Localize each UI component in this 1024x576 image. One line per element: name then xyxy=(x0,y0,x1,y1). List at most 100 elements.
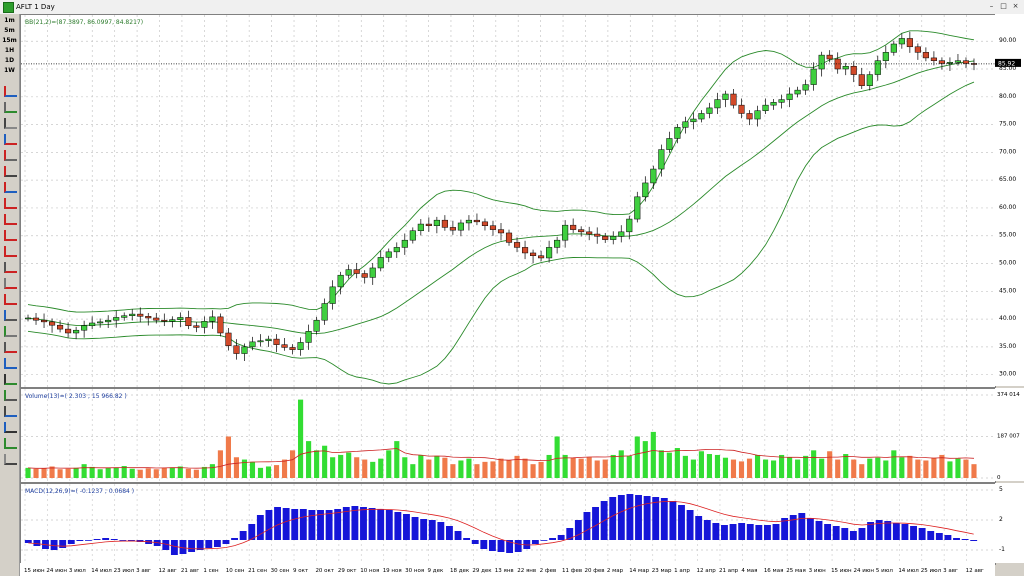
volume-bar xyxy=(546,454,552,478)
volume-bar xyxy=(386,450,392,478)
candle-body xyxy=(249,341,256,348)
macd-bar xyxy=(85,540,92,541)
candle-body xyxy=(481,221,489,226)
time-tick-label: 3 июл xyxy=(69,568,86,574)
grid-icon[interactable] xyxy=(4,390,17,401)
macd-chart[interactable]: MACD(12,26,9)=( -0.1237 ; 0.0684 ) xyxy=(21,484,995,564)
macd-bar xyxy=(927,531,935,540)
volume-bar xyxy=(442,457,448,478)
macd-bar xyxy=(463,538,471,540)
volume-icon[interactable] xyxy=(4,454,17,465)
pencil-icon[interactable] xyxy=(4,262,17,273)
minimize-button[interactable]: – xyxy=(987,2,996,11)
candle-body xyxy=(674,127,681,139)
zoom-in-icon[interactable] xyxy=(4,118,17,129)
timeframe-1h[interactable]: 1H xyxy=(1,46,18,56)
delete-icon[interactable] xyxy=(4,342,17,353)
trend-icon[interactable] xyxy=(4,214,17,225)
macd-bar xyxy=(377,509,385,540)
macd-bar xyxy=(411,517,419,540)
candle-body xyxy=(321,303,328,321)
macd-bar xyxy=(935,533,943,540)
price-tick-label: 40.00 xyxy=(999,315,1016,322)
macd-bar xyxy=(437,522,445,540)
v-line-icon[interactable] xyxy=(4,198,17,209)
macd-bar xyxy=(33,540,41,546)
fib-icon[interactable] xyxy=(4,246,17,257)
zoom-out-icon[interactable] xyxy=(4,134,17,145)
candle-body xyxy=(329,286,336,304)
timeframe-1d[interactable]: 1D xyxy=(1,56,18,66)
candle-body xyxy=(65,328,72,334)
candle-body xyxy=(473,219,481,223)
candles-icon[interactable] xyxy=(4,438,17,449)
arrow-icon[interactable] xyxy=(4,294,17,305)
h-line-icon[interactable] xyxy=(4,182,17,193)
line-icon[interactable] xyxy=(4,166,17,177)
zoom-area-icon[interactable] xyxy=(4,150,17,161)
volume-bar xyxy=(963,459,969,478)
candle-body xyxy=(409,230,416,241)
macd-bar xyxy=(231,538,239,540)
volume-bar xyxy=(33,468,39,478)
timeframe-5m[interactable]: 5m xyxy=(1,26,18,36)
volume-bar xyxy=(722,457,729,478)
candle-body xyxy=(225,332,232,347)
macd-panel[interactable]: MACD(12,26,9)=( -0.1237 ; 0.0684 ) xyxy=(20,483,996,565)
bars-icon[interactable] xyxy=(4,422,17,433)
volume-bar xyxy=(201,466,207,478)
ruler-icon[interactable] xyxy=(4,310,17,321)
time-tick-label: 14 июл xyxy=(91,568,112,574)
volume-bar xyxy=(931,457,937,478)
maximize-button[interactable]: □ xyxy=(999,2,1008,11)
macd-bar xyxy=(686,510,694,540)
volume-bar xyxy=(466,458,472,478)
time-tick-label: 21 сен xyxy=(248,568,267,574)
timeframe-15m[interactable]: 15m xyxy=(1,36,18,46)
macd-bar xyxy=(678,505,685,540)
candle-body xyxy=(754,110,761,120)
channel-icon[interactable] xyxy=(4,230,17,241)
time-tick-label: 18 дек xyxy=(450,568,470,574)
candle-body xyxy=(586,231,593,235)
macd-bar xyxy=(961,539,969,540)
cursor-icon[interactable] xyxy=(4,86,17,97)
settings-icon[interactable] xyxy=(4,406,17,417)
candle-body xyxy=(353,269,360,274)
time-tick-label: 25 мая xyxy=(786,568,806,574)
candle-body xyxy=(24,317,32,320)
candle-body xyxy=(265,338,272,342)
volume-panel[interactable]: Volume(13)=( 2.303 ; 15 966.82 ) xyxy=(20,388,996,483)
time-tick-label: 5 июл xyxy=(876,568,893,574)
price-chart[interactable]: BB(21,2)=(87.3897, 86.0997, 84.8217) xyxy=(21,15,995,387)
time-tick-label: 12 авг xyxy=(966,568,984,574)
volume-bar xyxy=(634,436,640,478)
crosshair-icon[interactable] xyxy=(4,102,17,113)
volume-bar xyxy=(177,466,183,478)
layers-icon[interactable] xyxy=(4,374,17,385)
candle-body xyxy=(746,113,753,120)
close-button[interactable]: × xyxy=(1011,2,1020,11)
volume-bar xyxy=(362,459,368,478)
magnet-icon[interactable] xyxy=(4,326,17,337)
volume-bar xyxy=(955,458,961,478)
price-tick-label: 55.00 xyxy=(999,232,1016,239)
volume-tick-label: 187 007 xyxy=(997,434,1020,440)
macd-bar xyxy=(549,538,557,540)
text-icon[interactable] xyxy=(4,278,17,289)
price-tick-label: 35.00 xyxy=(999,343,1016,350)
volume-bar xyxy=(418,454,424,478)
candle-body xyxy=(850,65,857,75)
timeframe-1w[interactable]: 1W xyxy=(1,66,18,76)
volume-bar xyxy=(25,467,31,478)
candle-body xyxy=(810,68,817,85)
price-axis: 90.00 85.00 80.00 75.00 70.00 65.00 60.00 55.00… xyxy=(995,14,1024,386)
volume-chart[interactable]: Volume(13)=( 2.303 ; 15 966.82 ) xyxy=(21,389,995,482)
timeframe-1m[interactable]: 1m xyxy=(1,16,18,26)
lock-icon[interactable] xyxy=(4,358,17,369)
volume-bar xyxy=(281,459,288,478)
price-panel[interactable]: BB(21,2)=(87.3897, 86.0997, 84.8217) xyxy=(20,14,996,388)
macd-bar xyxy=(67,540,75,544)
volume-bar xyxy=(578,458,584,478)
volume-bar xyxy=(338,454,344,478)
